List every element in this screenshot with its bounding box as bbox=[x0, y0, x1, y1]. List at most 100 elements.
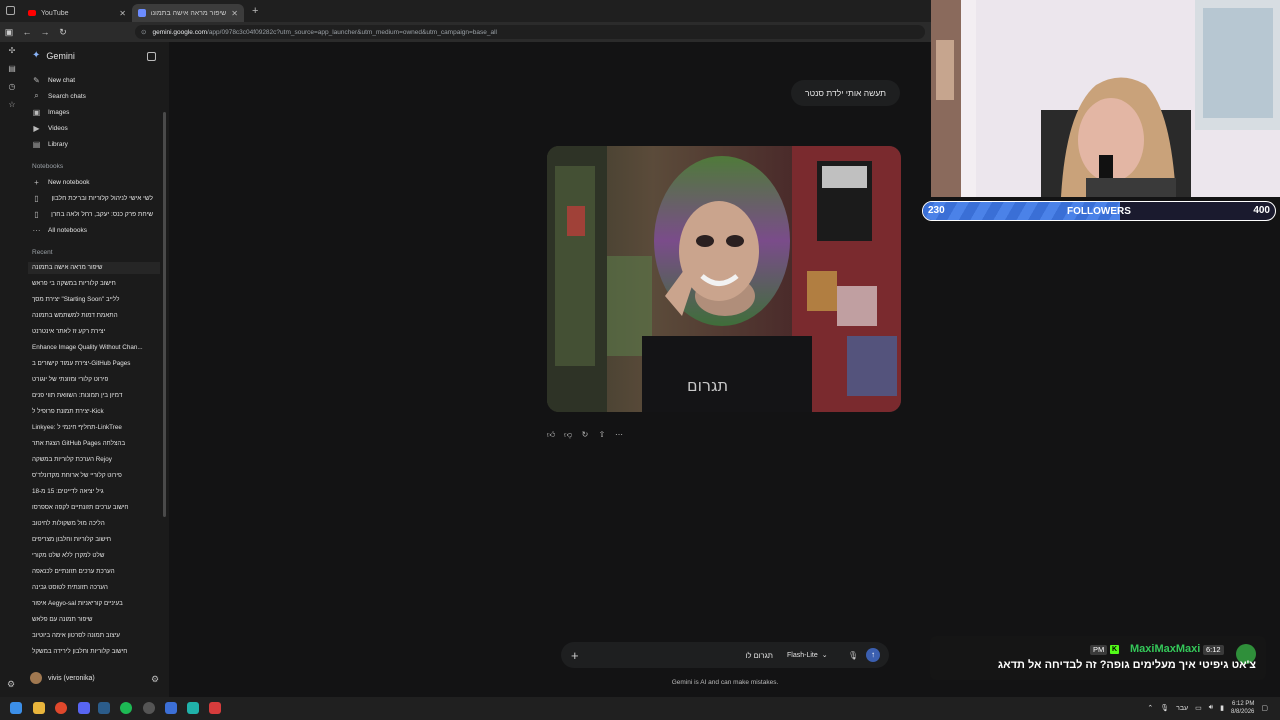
site-info-icon[interactable]: ⊙ bbox=[141, 28, 146, 36]
collections-icon[interactable]: ▤ bbox=[0, 60, 24, 78]
notifications-icon[interactable]: ▢ bbox=[1261, 704, 1268, 712]
back-icon[interactable]: ← bbox=[18, 27, 36, 37]
share-icon[interactable]: ⇧ bbox=[597, 430, 607, 440]
chevron-up-icon[interactable]: ⌃ bbox=[1147, 704, 1153, 712]
spotify-icon[interactable] bbox=[120, 702, 132, 714]
volume-icon[interactable]: 🔊︎ bbox=[1209, 704, 1213, 712]
recent-chat-item[interactable]: הערכת ערכים תזונתיים לכנאפה bbox=[32, 566, 160, 578]
recent-chat-item[interactable]: חישוב קלוריות וחלבון מצריפים bbox=[32, 534, 160, 546]
discord-icon[interactable] bbox=[78, 702, 90, 714]
obs-icon[interactable] bbox=[143, 702, 155, 714]
url-path: /app/0978c3c04f09282c?utm_source=app_lau… bbox=[207, 28, 498, 36]
gemini-spark-icon: ✦ bbox=[32, 50, 41, 61]
sidebar-item-label: New chat bbox=[48, 76, 76, 84]
recent-chat-item[interactable]: שלט למקרן ללא שלט מקורי bbox=[32, 550, 160, 562]
recent-chat-item[interactable]: שיפור מראה אישה בתמונה bbox=[28, 262, 160, 274]
collapse-sidebar-icon[interactable] bbox=[147, 52, 156, 61]
more-options-icon[interactable]: ⋯ bbox=[614, 430, 624, 440]
model-selector[interactable]: Flash-Lite ⌄ bbox=[787, 651, 828, 660]
clock[interactable]: 6:12 PM 8/8/2026 bbox=[1231, 700, 1254, 716]
recent-chat-item[interactable]: חישוב ערכים תזונתיים לקפה אספרסו bbox=[32, 502, 160, 514]
recent-chat-item[interactable]: איפור Aegyo-sal בעיניים קוריאניות bbox=[32, 598, 160, 610]
reload-icon[interactable]: ↻ bbox=[54, 27, 72, 38]
browser-settings-icon[interactable]: ⚙ bbox=[7, 679, 15, 690]
history-icon[interactable]: ◷ bbox=[0, 78, 24, 96]
webcam-feed bbox=[931, 0, 1280, 197]
notebook-item[interactable]: ▯ לשי אישי לניהול קלוריות ובריכת חלבון bbox=[32, 191, 153, 205]
recent-chat-item[interactable]: יצירת תמונת פרופיל ל-Kick bbox=[32, 406, 160, 418]
generated-image[interactable]: תגרום bbox=[547, 146, 901, 412]
new-tab-button[interactable]: + bbox=[252, 5, 258, 17]
forward-icon[interactable]: → bbox=[36, 27, 54, 37]
recent-chat-item[interactable]: התאמת דמות למשתמש בתמונה bbox=[32, 310, 160, 322]
extensions-icon[interactable]: ✣ bbox=[0, 42, 24, 60]
settings-gear-icon[interactable]: ⚙ bbox=[151, 674, 159, 685]
user-profile[interactable]: vivis (veronika) bbox=[30, 672, 95, 684]
followers-max: 400 bbox=[1253, 205, 1270, 216]
recent-chat-item[interactable]: יצירת עמוד קישורים ב-GitHub Pages bbox=[32, 358, 160, 370]
regenerate-icon[interactable]: ↻ bbox=[580, 430, 590, 440]
recent-chat-item[interactable]: חישוב קלוריות במשקה בי פראש bbox=[32, 278, 160, 290]
url-input[interactable]: ⊙ gemini.google.com/app/0978c3c04f09282c… bbox=[135, 25, 925, 39]
close-icon[interactable]: ✕ bbox=[119, 9, 126, 18]
address-bar-row: ▣ ← → ↻ ⊙ gemini.google.com/app/0978c3c0… bbox=[0, 22, 931, 42]
add-attachment-icon[interactable]: + bbox=[571, 648, 579, 663]
chevron-down-icon: ⌄ bbox=[821, 652, 828, 659]
sidebar-item-new-notebook[interactable]: + New notebook bbox=[32, 175, 89, 189]
sidebar-item-library[interactable]: ▤ Library bbox=[32, 137, 68, 151]
recent-chat-item[interactable]: עיצוב תמונה לסרטון אימה ביוטיוב bbox=[32, 630, 160, 642]
favorites-icon[interactable]: ☆ bbox=[0, 96, 24, 114]
tab-youtube[interactable]: YouTube ✕ bbox=[22, 4, 132, 22]
language-indicator[interactable]: עבר bbox=[1176, 705, 1188, 712]
thumbs-up-icon[interactable]: 👍︎ bbox=[546, 430, 556, 440]
browser-icon[interactable] bbox=[55, 702, 67, 714]
app-icon[interactable] bbox=[187, 702, 199, 714]
recent-chat-item[interactable]: יצירת רקע זז לאתר אינטרנט bbox=[32, 326, 160, 338]
prompt-input[interactable]: תגרום לו bbox=[701, 651, 773, 660]
vscode-icon[interactable] bbox=[165, 702, 177, 714]
sidebar-scrollbar[interactable] bbox=[163, 112, 166, 517]
sidebar-item-images[interactable]: ▣ Images bbox=[32, 105, 70, 119]
recent-chat-item[interactable]: פירוט קלוריי של ארוחת מקדונלד'ס bbox=[32, 470, 160, 482]
mic-icon[interactable]: 🎙︎ bbox=[1160, 704, 1169, 712]
app-icon[interactable] bbox=[209, 702, 221, 714]
recent-chat-item[interactable]: שיפור תמונה עם פלאש bbox=[32, 614, 160, 626]
recent-chat-item[interactable]: Linkyee: תחליף חינמי ל-LinkTree bbox=[32, 422, 160, 434]
recent-chat-item[interactable]: חישוב קלוריות וחלבון לירידה במשקל bbox=[32, 646, 160, 658]
sidebar-toggle-icon[interactable]: ▣ bbox=[0, 27, 18, 38]
network-icon[interactable]: ▭ bbox=[1195, 704, 1202, 712]
sidebar-item-all-notebooks[interactable]: ··· All notebooks bbox=[32, 223, 88, 237]
edit-icon: ✎ bbox=[33, 75, 40, 85]
thumbs-down-icon[interactable]: 👎︎ bbox=[563, 430, 573, 440]
sidebar-item-videos[interactable]: ▶ Videos bbox=[32, 121, 67, 135]
start-icon[interactable] bbox=[10, 702, 22, 714]
file-explorer-icon[interactable] bbox=[33, 702, 45, 714]
microphone-icon[interactable]: 🎙︎ bbox=[848, 651, 858, 660]
sidebar-item-new-chat[interactable]: ✎ New chat bbox=[32, 73, 75, 87]
tab-gemini[interactable]: שיפור מראה אישה בתמונה - Ge ✕ bbox=[132, 4, 244, 22]
notebook-item[interactable]: ▯ שיחת פרק כנס: יעקב, רחל ולאה בחרן bbox=[32, 207, 153, 221]
battery-icon[interactable]: ▮ bbox=[1220, 704, 1224, 712]
recent-chat-item[interactable]: Enhance Image Quality Without Chan... bbox=[32, 342, 160, 354]
send-button[interactable]: ↑ bbox=[866, 648, 880, 662]
recent-chat-item[interactable]: הצגת אתר GitHub Pages בהצלחה bbox=[32, 438, 160, 450]
search-icon: ⌕ bbox=[34, 91, 39, 100]
system-tray: ⌃ 🎙︎ עבר ▭ 🔊︎ ▮ 6:12 PM 8/8/2026 ▢ bbox=[1147, 700, 1268, 716]
recent-chat-item[interactable]: הליכה מול משקולות לחיטוב bbox=[32, 518, 160, 530]
recent-chat-item[interactable]: דמיון בין תמונות: השוואת תווי פנים bbox=[32, 390, 160, 402]
notebooks-heading: Notebooks bbox=[32, 163, 64, 170]
recent-chat-item[interactable]: הערכת קלוריות במשקה Rejoy bbox=[32, 454, 160, 466]
recent-chat-item[interactable]: גיל יציאה לדייטים: 15 מ-18 bbox=[32, 486, 160, 498]
steam-icon[interactable] bbox=[98, 702, 110, 714]
generated-image-art: תגרום bbox=[547, 146, 901, 412]
recent-chat-item[interactable]: הערכה תזונתית לטוסט גבינה bbox=[32, 582, 160, 594]
sidebar-item-label: All notebooks bbox=[48, 226, 88, 234]
prompt-composer: + תגרום לו Flash-Lite ⌄ 🎙︎ ↑ bbox=[561, 642, 889, 668]
sidebar-item-search-chats[interactable]: ⌕ Search chats bbox=[32, 89, 86, 103]
gemini-brand[interactable]: ✦ Gemini bbox=[32, 50, 75, 61]
notebook-icon: ▯ bbox=[34, 209, 39, 219]
close-icon[interactable]: ✕ bbox=[231, 9, 238, 18]
recent-chat-item[interactable]: יצירת מסך "Starting Soon" ללייב bbox=[32, 294, 160, 306]
tab-actions-icon[interactable] bbox=[6, 6, 15, 15]
recent-chat-item[interactable]: פירוט קלורי ומזונתי של יוגורט bbox=[32, 374, 160, 386]
